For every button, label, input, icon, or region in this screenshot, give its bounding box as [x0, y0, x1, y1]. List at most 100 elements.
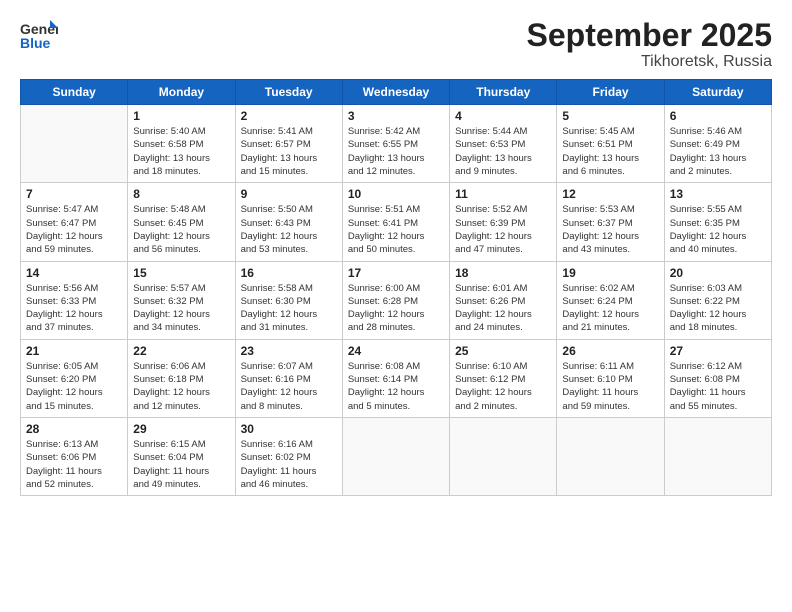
- page: General Blue September 2025 Tikhoretsk, …: [0, 0, 792, 612]
- header: General Blue September 2025 Tikhoretsk, …: [20, 18, 772, 71]
- table-row: 2Sunrise: 5:41 AM Sunset: 6:57 PM Daylig…: [235, 105, 342, 183]
- day-info: Sunrise: 6:03 AM Sunset: 6:22 PM Dayligh…: [670, 282, 766, 335]
- calendar-title: September 2025: [527, 18, 772, 53]
- table-row: 24Sunrise: 6:08 AM Sunset: 6:14 PM Dayli…: [342, 339, 449, 417]
- day-number: 16: [241, 266, 337, 280]
- day-info: Sunrise: 6:08 AM Sunset: 6:14 PM Dayligh…: [348, 360, 444, 413]
- svg-text:Blue: Blue: [20, 35, 51, 51]
- day-number: 14: [26, 266, 122, 280]
- calendar-header-row: Sunday Monday Tuesday Wednesday Thursday…: [21, 80, 772, 105]
- logo: General Blue: [20, 18, 58, 54]
- day-info: Sunrise: 5:58 AM Sunset: 6:30 PM Dayligh…: [241, 282, 337, 335]
- table-row: 11 Sunrise: 5:52 AM Sunset: 6:39 PM Dayli…: [450, 183, 557, 261]
- day-info: Sunrise: 6:10 AM Sunset: 6:12 PM Dayligh…: [455, 360, 551, 413]
- day-info: Sunrise: 6:16 AM Sunset: 6:02 PM Dayligh…: [241, 438, 337, 491]
- table-row: 14Sunrise: 5:56 AM Sunset: 6:33 PM Dayli…: [21, 261, 128, 339]
- day-info: Sunrise: 5:53 AM Sunset: 6:37 PM Dayligh…: [562, 203, 658, 256]
- day-number: 19: [562, 266, 658, 280]
- day-number: 23: [241, 344, 337, 358]
- table-row: 12 Sunrise: 5:53 AM Sunset: 6:37 PM Dayli…: [557, 183, 664, 261]
- day-info: Sunrise: 5:40 AM Sunset: 6:58 PM Dayligh…: [133, 125, 229, 178]
- day-number: 20: [670, 266, 766, 280]
- day-number: 7: [26, 187, 122, 201]
- table-row: 13 Sunrise: 5:55 AM Sunset: 6:35 PM Dayli…: [664, 183, 771, 261]
- day-info: Sunrise: 6:00 AM Sunset: 6:28 PM Dayligh…: [348, 282, 444, 335]
- day-info: Sunrise: 6:13 AM Sunset: 6:06 PM Dayligh…: [26, 438, 122, 491]
- table-row: 16 Sunrise: 5:58 AM Sunset: 6:30 PM Dayli…: [235, 261, 342, 339]
- day-number: 22: [133, 344, 229, 358]
- table-row: 5 Sunrise: 5:45 AM Sunset: 6:51 PM Daylig…: [557, 105, 664, 183]
- day-number: 18: [455, 266, 551, 280]
- day-number: 30: [241, 422, 337, 436]
- table-row: [557, 417, 664, 495]
- table-row: 23 Sunrise: 6:07 AM Sunset: 6:16 PM Dayli…: [235, 339, 342, 417]
- calendar-week-row: 28Sunrise: 6:13 AM Sunset: 6:06 PM Dayli…: [21, 417, 772, 495]
- day-info: Sunrise: 5:52 AM Sunset: 6:39 PM Dayligh…: [455, 203, 551, 256]
- day-number: 25: [455, 344, 551, 358]
- day-info: Sunrise: 5:47 AM Sunset: 6:47 PM Dayligh…: [26, 203, 122, 256]
- day-info: Sunrise: 5:45 AM Sunset: 6:51 PM Dayligh…: [562, 125, 658, 178]
- day-number: 3: [348, 109, 444, 123]
- day-info: Sunrise: 5:42 AM Sunset: 6:55 PM Dayligh…: [348, 125, 444, 178]
- calendar-subtitle: Tikhoretsk, Russia: [527, 53, 772, 71]
- day-number: 10: [348, 187, 444, 201]
- col-sunday: Sunday: [21, 80, 128, 105]
- day-info: Sunrise: 6:02 AM Sunset: 6:24 PM Dayligh…: [562, 282, 658, 335]
- calendar-table: Sunday Monday Tuesday Wednesday Thursday…: [20, 79, 772, 496]
- logo-icon: General Blue: [20, 18, 58, 54]
- day-info: Sunrise: 6:15 AM Sunset: 6:04 PM Dayligh…: [133, 438, 229, 491]
- calendar-week-row: 21Sunrise: 6:05 AM Sunset: 6:20 PM Dayli…: [21, 339, 772, 417]
- day-number: 26: [562, 344, 658, 358]
- table-row: 22Sunrise: 6:06 AM Sunset: 6:18 PM Dayli…: [128, 339, 235, 417]
- day-info: Sunrise: 5:51 AM Sunset: 6:41 PM Dayligh…: [348, 203, 444, 256]
- table-row: 8Sunrise: 5:48 AM Sunset: 6:45 PM Daylig…: [128, 183, 235, 261]
- col-thursday: Thursday: [450, 80, 557, 105]
- table-row: [21, 105, 128, 183]
- day-info: Sunrise: 5:55 AM Sunset: 6:35 PM Dayligh…: [670, 203, 766, 256]
- col-saturday: Saturday: [664, 80, 771, 105]
- day-number: 12: [562, 187, 658, 201]
- table-row: 26 Sunrise: 6:11 AM Sunset: 6:10 PM Dayli…: [557, 339, 664, 417]
- table-row: 19 Sunrise: 6:02 AM Sunset: 6:24 PM Dayli…: [557, 261, 664, 339]
- table-row: 6Sunrise: 5:46 AM Sunset: 6:49 PM Daylig…: [664, 105, 771, 183]
- table-row: 9 Sunrise: 5:50 AM Sunset: 6:43 PM Daylig…: [235, 183, 342, 261]
- col-tuesday: Tuesday: [235, 80, 342, 105]
- table-row: 29 Sunrise: 6:15 AM Sunset: 6:04 PM Dayli…: [128, 417, 235, 495]
- table-row: 30 Sunrise: 6:16 AM Sunset: 6:02 PM Dayli…: [235, 417, 342, 495]
- day-info: Sunrise: 5:46 AM Sunset: 6:49 PM Dayligh…: [670, 125, 766, 178]
- day-info: Sunrise: 5:44 AM Sunset: 6:53 PM Dayligh…: [455, 125, 551, 178]
- calendar-week-row: 7 Sunrise: 5:47 AM Sunset: 6:47 PM Daylig…: [21, 183, 772, 261]
- day-number: 2: [241, 109, 337, 123]
- day-number: 13: [670, 187, 766, 201]
- day-number: 5: [562, 109, 658, 123]
- table-row: [664, 417, 771, 495]
- day-info: Sunrise: 6:11 AM Sunset: 6:10 PM Dayligh…: [562, 360, 658, 413]
- day-info: Sunrise: 5:50 AM Sunset: 6:43 PM Dayligh…: [241, 203, 337, 256]
- col-wednesday: Wednesday: [342, 80, 449, 105]
- day-number: 27: [670, 344, 766, 358]
- table-row: 4Sunrise: 5:44 AM Sunset: 6:53 PM Daylig…: [450, 105, 557, 183]
- day-info: Sunrise: 6:01 AM Sunset: 6:26 PM Dayligh…: [455, 282, 551, 335]
- calendar-week-row: 14Sunrise: 5:56 AM Sunset: 6:33 PM Dayli…: [21, 261, 772, 339]
- day-number: 15: [133, 266, 229, 280]
- table-row: [342, 417, 449, 495]
- day-info: Sunrise: 6:05 AM Sunset: 6:20 PM Dayligh…: [26, 360, 122, 413]
- day-info: Sunrise: 6:07 AM Sunset: 6:16 PM Dayligh…: [241, 360, 337, 413]
- day-number: 17: [348, 266, 444, 280]
- table-row: 25 Sunrise: 6:10 AM Sunset: 6:12 PM Dayli…: [450, 339, 557, 417]
- day-number: 9: [241, 187, 337, 201]
- table-row: [450, 417, 557, 495]
- table-row: 10 Sunrise: 5:51 AM Sunset: 6:41 PM Dayli…: [342, 183, 449, 261]
- table-row: 15 Sunrise: 5:57 AM Sunset: 6:32 PM Dayli…: [128, 261, 235, 339]
- day-number: 11: [455, 187, 551, 201]
- day-number: 1: [133, 109, 229, 123]
- day-info: Sunrise: 5:57 AM Sunset: 6:32 PM Dayligh…: [133, 282, 229, 335]
- table-row: 3 Sunrise: 5:42 AM Sunset: 6:55 PM Daylig…: [342, 105, 449, 183]
- table-row: 27 Sunrise: 6:12 AM Sunset: 6:08 PM Dayli…: [664, 339, 771, 417]
- day-number: 29: [133, 422, 229, 436]
- day-number: 8: [133, 187, 229, 201]
- day-info: Sunrise: 6:12 AM Sunset: 6:08 PM Dayligh…: [670, 360, 766, 413]
- col-friday: Friday: [557, 80, 664, 105]
- table-row: 1 Sunrise: 5:40 AM Sunset: 6:58 PM Daylig…: [128, 105, 235, 183]
- table-row: 18 Sunrise: 6:01 AM Sunset: 6:26 PM Dayli…: [450, 261, 557, 339]
